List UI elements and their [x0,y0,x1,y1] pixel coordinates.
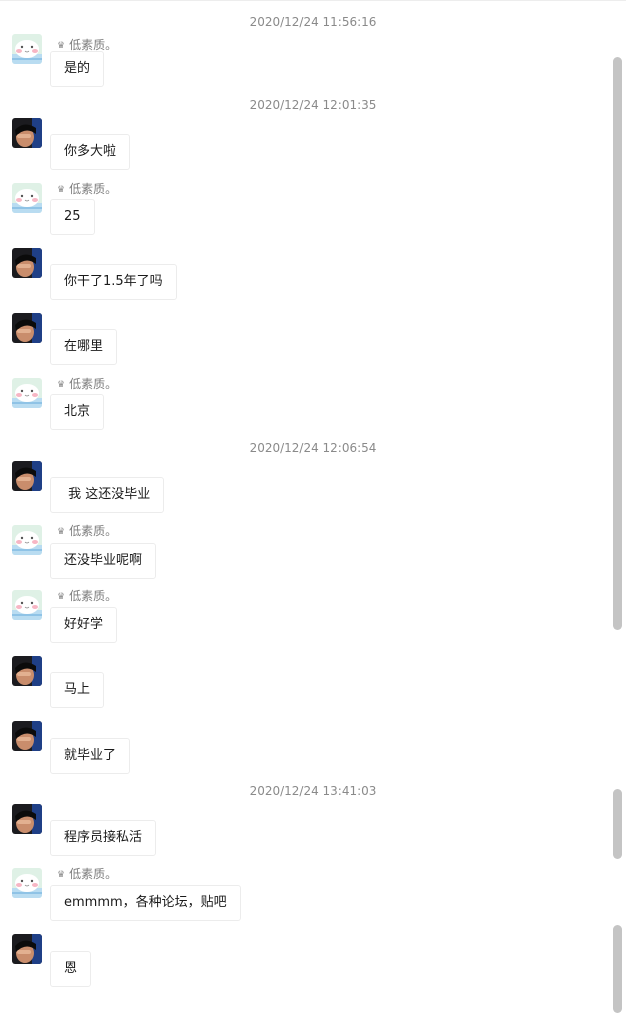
message-bubble[interactable]: 好好学 [50,607,118,643]
chat-history-panel[interactable]: 2020/12/24 11:56:16 ♛ 低素质。 是的 2020/12/24 … [0,0,626,1015]
sender-name: ♛ 低素质。 [57,377,118,391]
timestamp: 2020/12/24 13:41:03 [249,784,377,798]
avatar-other[interactable] [12,804,42,834]
message-bubble[interactable]: 马上 [50,672,105,708]
sender-name: ♛ 低素质。 [57,867,118,881]
message-bubble[interactable]: 25 [50,199,95,235]
avatar-other[interactable] [12,656,42,686]
timestamp: 2020/12/24 12:06:54 [249,441,377,455]
message-bubble[interactable]: 你干了1.5年了吗 [50,264,177,300]
timestamp: 2020/12/24 11:56:16 [249,15,377,29]
message-bubble[interactable]: 程序员接私活 [50,820,157,856]
sender-name: ♛ 低素质。 [57,182,118,196]
top-divider [0,0,626,1]
avatar-other[interactable] [12,313,42,343]
sender-name: ♛ 低素质。 [57,589,118,603]
avatar-self[interactable] [12,868,42,898]
message-bubble[interactable]: 是的 [50,51,105,87]
avatar-other[interactable] [12,934,42,964]
avatar-other[interactable] [12,248,42,278]
message-bubble[interactable]: 恩 [50,951,92,987]
crown-icon: ♛ [57,185,66,195]
avatar-other[interactable] [12,118,42,148]
avatar-self[interactable] [12,525,42,555]
message-bubble[interactable]: 就毕业了 [50,738,131,774]
message-bubble[interactable]: 在哪里 [50,329,118,365]
message-bubble[interactable]: 我 这还没毕业 [50,477,165,513]
avatar-self[interactable] [12,590,42,620]
avatar-other[interactable] [12,721,42,751]
crown-icon: ♛ [57,527,66,537]
scrollbar-thumb[interactable] [613,789,622,859]
message-bubble[interactable]: 你多大啦 [50,134,131,170]
sender-name: ♛ 低素质。 [57,524,118,538]
message-bubble[interactable]: emmmm，各种论坛，贴吧 [50,885,241,921]
avatar-self[interactable] [12,183,42,213]
message-bubble[interactable]: 还没毕业呢啊 [50,543,157,579]
avatar-other[interactable] [12,461,42,491]
message-bubble[interactable]: 北京 [50,394,105,430]
timestamp: 2020/12/24 12:01:35 [249,98,377,112]
crown-icon: ♛ [57,380,66,390]
scrollbar-thumb[interactable] [613,925,622,1013]
crown-icon: ♛ [57,592,66,602]
crown-icon: ♛ [57,870,66,880]
avatar-self[interactable] [12,378,42,408]
avatar-self[interactable] [12,34,42,64]
scrollbar-thumb[interactable] [613,57,622,630]
